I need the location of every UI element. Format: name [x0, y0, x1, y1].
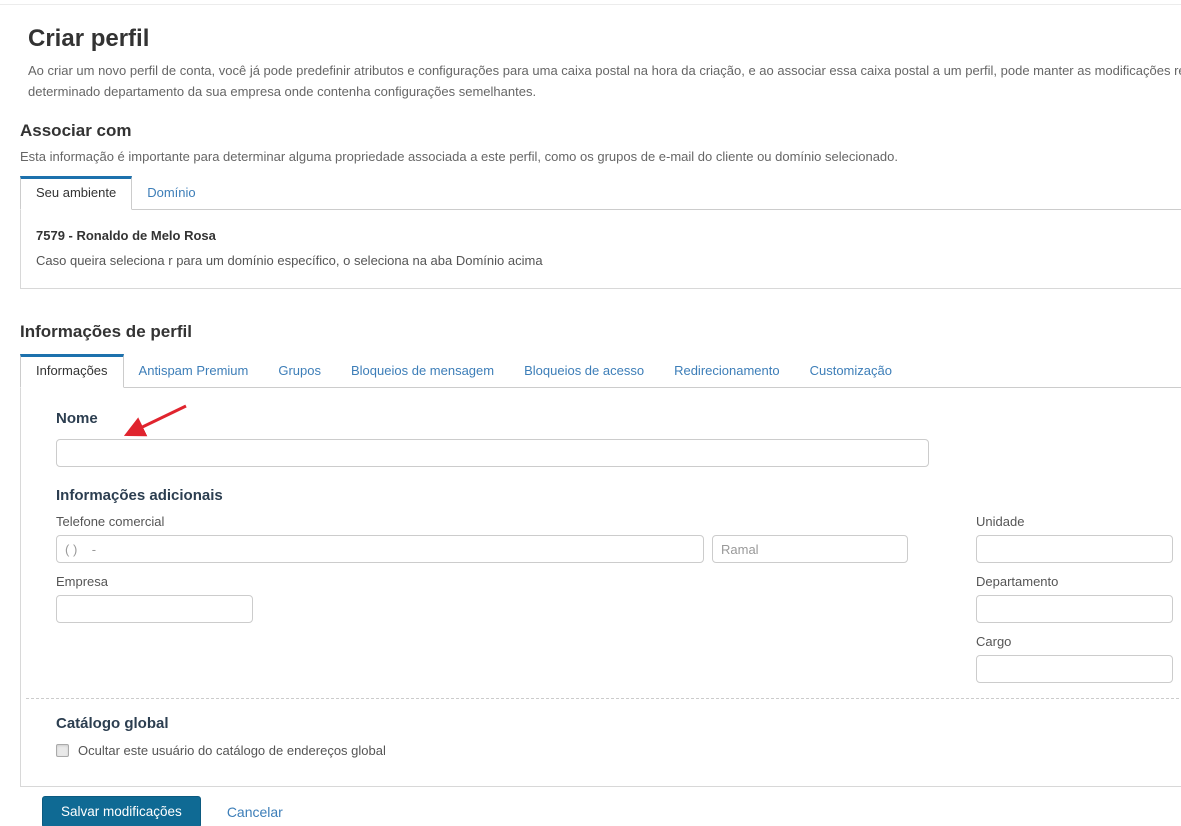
environment-account: 7579 - Ronaldo de Melo Rosa	[36, 228, 216, 243]
save-button[interactable]: Salvar modificações	[42, 796, 201, 826]
associate-heading: Associar com	[20, 121, 132, 140]
position-label: Cargo	[976, 634, 1012, 649]
form-actions: Salvar modificações Cancelar	[42, 796, 1181, 826]
catalog-heading: Catálogo global	[56, 715, 169, 732]
environment-panel: 7579 - Ronaldo de Melo Rosa Caso queira …	[20, 210, 1181, 289]
tab-grupos[interactable]: Grupos	[263, 355, 336, 387]
tab-customizacao[interactable]: Customização	[795, 355, 907, 387]
tab-bloqueios-de-acesso[interactable]: Bloqueios de acesso	[509, 355, 659, 387]
catalog-checkbox-label: Ocultar este usuário do catálogo de ende…	[78, 743, 386, 758]
company-input[interactable]	[56, 595, 253, 623]
form-content: Nome Informações adicionais Telefone com…	[21, 388, 1181, 683]
tab-seu-ambiente[interactable]: Seu ambiente	[20, 176, 133, 210]
unit-label: Unidade	[976, 514, 1025, 529]
tab-antispam-premium[interactable]: Antispam Premium	[124, 355, 264, 387]
phone-row	[56, 535, 909, 563]
tab-informacoes[interactable]: Informações	[20, 354, 124, 388]
environment-hint: Caso queira seleciona r para um domínio …	[36, 253, 543, 268]
ramal-input[interactable]	[712, 535, 908, 563]
form-column-right: Unidade Departamento Cargo	[976, 505, 1173, 683]
catalog-checkbox-row: Ocultar este usuário do catálogo de ende…	[56, 743, 1181, 758]
profile-tabbar: Informações Antispam Premium Grupos Bloq…	[20, 354, 1181, 388]
profile-form-panel: Nome Informações adicionais Telefone com…	[20, 388, 1181, 787]
form-columns: Telefone comercial Empresa Unidade Depar…	[56, 505, 1181, 683]
department-label: Departamento	[976, 574, 1059, 589]
additional-info-heading: Informações adicionais	[56, 487, 223, 504]
name-heading: Nome	[56, 410, 98, 427]
catalog-checkbox[interactable]	[56, 744, 69, 757]
name-input[interactable]	[56, 439, 929, 467]
page-description: Ao criar um novo perfil de conta, você j…	[28, 60, 1181, 102]
page-title: Criar perfil	[28, 25, 150, 52]
associate-description: Esta informação é importante para determ…	[20, 149, 898, 164]
department-input[interactable]	[976, 595, 1173, 623]
top-divider	[0, 4, 1181, 5]
company-label: Empresa	[56, 574, 109, 589]
phone-input[interactable]	[56, 535, 704, 563]
profile-heading: Informações de perfil	[20, 322, 192, 341]
position-input[interactable]	[976, 655, 1173, 683]
associate-tabbar: Seu ambiente Domínio	[20, 176, 1181, 210]
tab-bloqueios-de-mensagem[interactable]: Bloqueios de mensagem	[336, 355, 509, 387]
phone-label: Telefone comercial	[56, 514, 165, 529]
tab-redirecionamento[interactable]: Redirecionamento	[659, 355, 795, 387]
form-column-left: Telefone comercial Empresa	[56, 505, 909, 683]
page-description-line1: Ao criar um novo perfil de conta, você j…	[28, 63, 1181, 78]
page-description-line2: determinado departamento da sua empresa …	[28, 84, 537, 99]
unit-input[interactable]	[976, 535, 1173, 563]
cancel-link[interactable]: Cancelar	[227, 804, 283, 820]
tab-dominio[interactable]: Domínio	[132, 177, 210, 209]
catalog-section: Catálogo global Ocultar este usuário do …	[21, 699, 1181, 758]
